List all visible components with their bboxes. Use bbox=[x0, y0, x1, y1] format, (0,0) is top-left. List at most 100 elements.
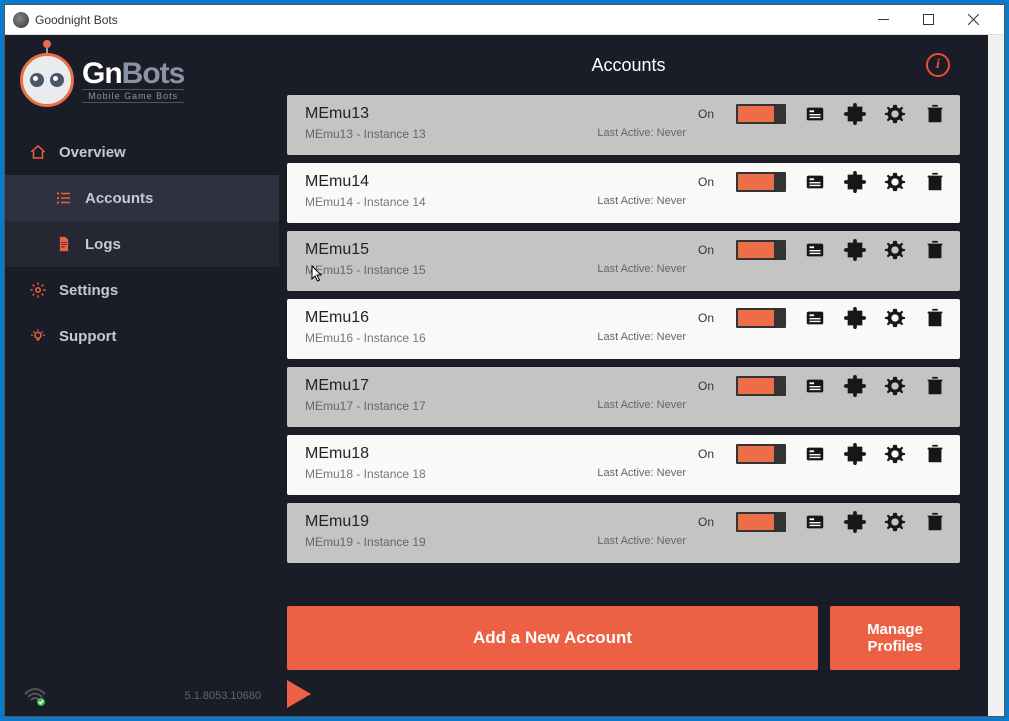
nav: Overview Accounts Logs Settings Support bbox=[5, 129, 279, 359]
account-controls: On bbox=[698, 307, 946, 329]
app-body: GnBots Mobile Game Bots Overview Account… bbox=[5, 35, 1004, 716]
power-toggle[interactable] bbox=[736, 444, 786, 464]
account-last-active: Last Active: Never bbox=[597, 127, 686, 141]
manage-profiles-button[interactable]: Manage Profiles bbox=[830, 606, 960, 670]
account-instance: MEmu15 - Instance 15 bbox=[305, 263, 426, 277]
puzzle-icon[interactable] bbox=[844, 307, 866, 329]
account-name: MEmu15 bbox=[305, 241, 698, 259]
puzzle-icon[interactable] bbox=[844, 443, 866, 465]
logo-robot-icon bbox=[20, 53, 74, 107]
account-controls: On bbox=[698, 103, 946, 125]
trash-icon[interactable] bbox=[924, 171, 946, 193]
puzzle-icon[interactable] bbox=[844, 511, 866, 533]
account-row[interactable]: MEmu19OnMEmu19 - Instance 19Last Active:… bbox=[287, 503, 960, 563]
account-controls: On bbox=[698, 239, 946, 261]
account-row[interactable]: MEmu18OnMEmu18 - Instance 18Last Active:… bbox=[287, 435, 960, 495]
nav-settings[interactable]: Settings bbox=[5, 267, 279, 313]
puzzle-icon[interactable] bbox=[844, 239, 866, 261]
nav-accounts-label: Accounts bbox=[85, 190, 153, 207]
nav-overview-label: Overview bbox=[59, 144, 126, 161]
nav-support[interactable]: Support bbox=[5, 313, 279, 359]
account-last-active: Last Active: Never bbox=[597, 263, 686, 277]
maximize-icon bbox=[923, 14, 934, 25]
account-row[interactable]: MEmu15On MEmu15 - Instance 15 Last Active:… bbox=[287, 231, 960, 291]
gear-icon[interactable] bbox=[884, 511, 906, 533]
power-toggle[interactable] bbox=[736, 308, 786, 328]
power-toggle[interactable] bbox=[736, 172, 786, 192]
page-title: Accounts bbox=[591, 55, 665, 76]
nav-logs-label: Logs bbox=[85, 236, 121, 253]
nav-accounts[interactable]: Accounts bbox=[5, 175, 279, 221]
card-icon[interactable] bbox=[804, 239, 826, 261]
account-instance: MEmu19 - Instance 19 bbox=[305, 535, 426, 549]
puzzle-icon[interactable] bbox=[844, 103, 866, 125]
toggle-label: On bbox=[698, 311, 714, 325]
gear-icon[interactable] bbox=[884, 103, 906, 125]
power-toggle[interactable] bbox=[736, 376, 786, 396]
toggle-label: On bbox=[698, 515, 714, 529]
accounts-list[interactable]: MEmu13OnMEmu13 - Instance 13Last Active:… bbox=[279, 95, 978, 594]
window-title: Goodnight Bots bbox=[35, 13, 861, 27]
account-row[interactable]: MEmu14OnMEmu14 - Instance 14Last Active:… bbox=[287, 163, 960, 223]
add-account-button[interactable]: Add a New Account bbox=[287, 606, 818, 670]
power-toggle[interactable] bbox=[736, 104, 786, 124]
sidebar: GnBots Mobile Game Bots Overview Account… bbox=[5, 35, 279, 716]
play-button[interactable] bbox=[287, 680, 311, 708]
card-icon[interactable] bbox=[804, 375, 826, 397]
card-icon[interactable] bbox=[804, 443, 826, 465]
account-controls: On bbox=[698, 375, 946, 397]
gear-icon[interactable] bbox=[884, 239, 906, 261]
card-icon[interactable] bbox=[804, 171, 826, 193]
account-name: MEmu19 bbox=[305, 513, 698, 531]
minimize-button[interactable] bbox=[861, 6, 906, 34]
toggle-label: On bbox=[698, 175, 714, 189]
puzzle-icon[interactable] bbox=[844, 375, 866, 397]
trash-icon[interactable] bbox=[924, 307, 946, 329]
card-icon[interactable] bbox=[804, 103, 826, 125]
account-last-active: Last Active: Never bbox=[597, 399, 686, 413]
main-header: Accounts i bbox=[279, 35, 978, 95]
account-instance: MEmu16 - Instance 16 bbox=[305, 331, 426, 345]
toggle-label: On bbox=[698, 243, 714, 257]
logo-brand-prefix: Gn bbox=[82, 57, 122, 90]
trash-icon[interactable] bbox=[924, 375, 946, 397]
card-icon[interactable] bbox=[804, 511, 826, 533]
account-controls: On bbox=[698, 511, 946, 533]
nav-overview[interactable]: Overview bbox=[5, 129, 279, 175]
titlebar: Goodnight Bots bbox=[5, 5, 1004, 35]
scrollbar[interactable] bbox=[988, 35, 1004, 716]
close-button[interactable] bbox=[951, 6, 996, 34]
account-row[interactable]: MEmu16OnMEmu16 - Instance 16Last Active:… bbox=[287, 299, 960, 359]
gear-icon[interactable] bbox=[884, 171, 906, 193]
power-toggle[interactable] bbox=[736, 240, 786, 260]
logo-brand-suffix: Bots bbox=[122, 57, 185, 90]
account-row[interactable]: MEmu13OnMEmu13 - Instance 13Last Active:… bbox=[287, 95, 960, 155]
window-controls bbox=[861, 6, 996, 34]
account-instance: MEmu18 - Instance 18 bbox=[305, 467, 426, 481]
minimize-icon bbox=[878, 19, 889, 20]
logo-tagline: Mobile Game Bots bbox=[82, 89, 184, 103]
account-name: MEmu18 bbox=[305, 445, 698, 463]
bottom-actions: Add a New Account Manage Profiles bbox=[279, 594, 978, 674]
account-name: MEmu13 bbox=[305, 105, 698, 123]
account-row[interactable]: MEmu17OnMEmu17 - Instance 17Last Active:… bbox=[287, 367, 960, 427]
app-window: Goodnight Bots GnBots Mobile Game bbox=[4, 4, 1005, 717]
toggle-label: On bbox=[698, 447, 714, 461]
gear-icon[interactable] bbox=[884, 375, 906, 397]
trash-icon[interactable] bbox=[924, 103, 946, 125]
gear-icon bbox=[29, 281, 47, 299]
info-icon[interactable]: i bbox=[926, 53, 950, 77]
card-icon[interactable] bbox=[804, 307, 826, 329]
nav-support-label: Support bbox=[59, 328, 117, 345]
gear-icon[interactable] bbox=[884, 307, 906, 329]
puzzle-icon[interactable] bbox=[844, 171, 866, 193]
maximize-button[interactable] bbox=[906, 6, 951, 34]
gear-icon[interactable] bbox=[884, 443, 906, 465]
nav-logs[interactable]: Logs bbox=[5, 221, 279, 267]
document-icon bbox=[55, 235, 73, 253]
trash-icon[interactable] bbox=[924, 511, 946, 533]
trash-icon[interactable] bbox=[924, 239, 946, 261]
power-toggle[interactable] bbox=[736, 512, 786, 532]
trash-icon[interactable] bbox=[924, 443, 946, 465]
list-icon bbox=[55, 189, 73, 207]
